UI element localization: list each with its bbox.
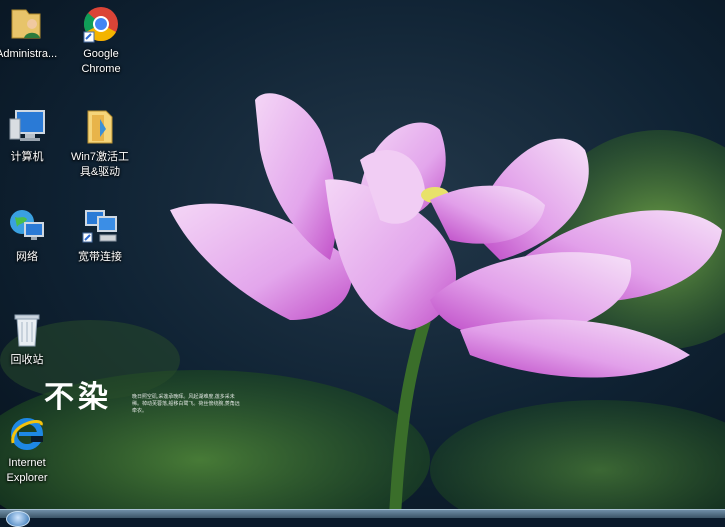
broadband-connection-icon (80, 207, 120, 247)
start-button[interactable] (6, 511, 30, 527)
desktop-icon-google-chrome[interactable]: Google Chrome (71, 4, 131, 77)
desktop-icon-label: 回收站 (10, 354, 44, 366)
desktop-icon-label: Internet Explorer (6, 457, 48, 484)
desktop-icon-computer[interactable]: 计算机 (0, 107, 57, 165)
recycle-bin-icon (7, 310, 47, 350)
desktop-icon-network[interactable]: 网络 (0, 207, 57, 265)
desktop-icon-label: 宽带连接 (78, 251, 122, 263)
desktop-icon-broadband[interactable]: 宽带连接 (70, 207, 130, 265)
desktop-icon-label: Google Chrome (81, 48, 121, 75)
desktop-icon-label: Administra... (0, 48, 58, 60)
chrome-icon (81, 4, 121, 44)
desktop-icon-administrator[interactable]: Administra... (0, 4, 58, 62)
folder-icon (80, 107, 120, 147)
desktop-icon-label: 网络 (16, 251, 38, 263)
network-globe-icon (7, 207, 47, 247)
computer-icon (7, 107, 47, 147)
calligraphy-title: 不染 (44, 380, 112, 415)
desktop-icon-label: 计算机 (10, 151, 44, 163)
desktop-icon-win7-activation[interactable]: Win7激活工 具&驱动 (70, 107, 130, 180)
wallpaper-calligraphy: 不染 晚日照空矶,采莲承晚晖。风起湖难度,莲多采未稀。棹动芙蓉落,船移白鹭飞。荷… (44, 372, 240, 415)
calligraphy-poem: 晚日照空矶,采莲承晚晖。风起湖难度,莲多采未稀。棹动芙蓉落,船移白鹭飞。荷丝傍绕… (132, 394, 240, 414)
desktop-icon-label: Win7激活工 具&驱动 (70, 151, 130, 178)
internet-explorer-icon (7, 413, 47, 453)
desktop-icon-recycle-bin[interactable]: 回收站 (0, 310, 57, 368)
desktop-icon-internet-explorer[interactable]: Internet Explorer (0, 413, 57, 486)
user-folder-icon (6, 4, 46, 44)
